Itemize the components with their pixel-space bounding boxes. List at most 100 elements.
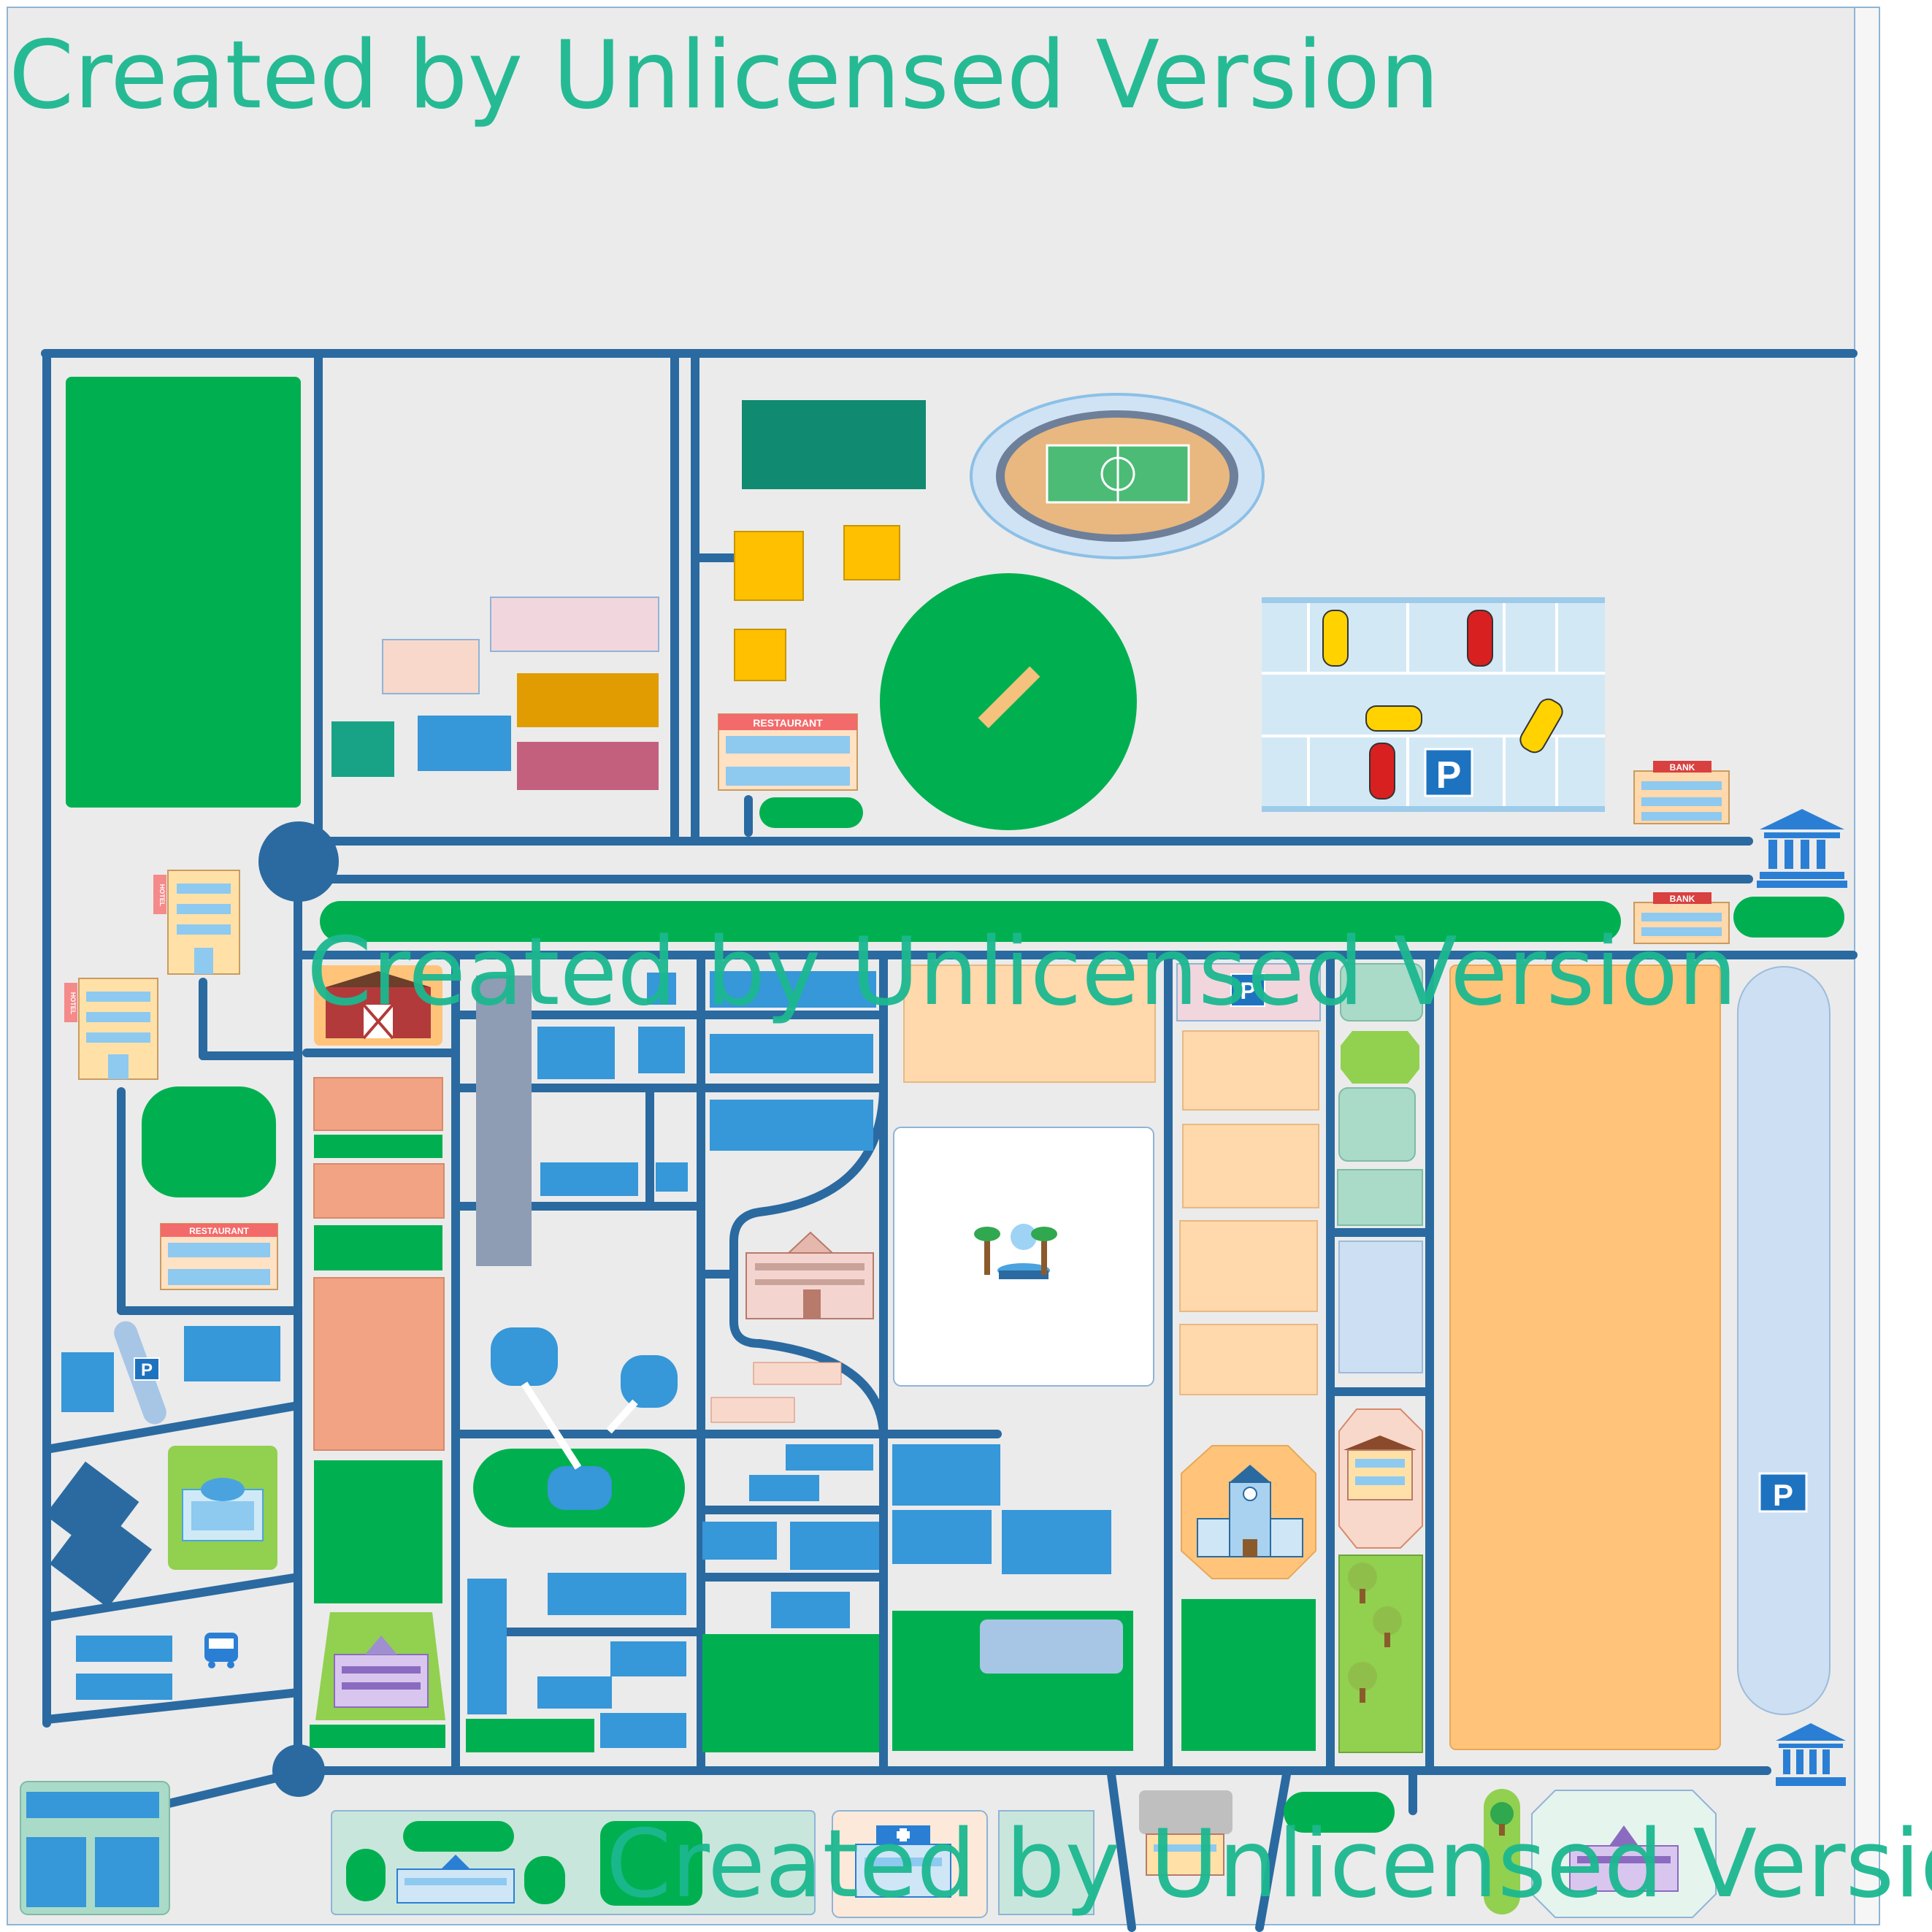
lawn-west-field	[66, 377, 301, 808]
building-b21	[548, 1573, 686, 1615]
lawn-f	[702, 1634, 879, 1752]
light-orange-2	[1182, 1030, 1319, 1111]
lawn-d	[310, 1725, 445, 1748]
parking-sign-west-label: P	[141, 1360, 153, 1380]
teal-building	[742, 400, 926, 489]
lawn-south-1	[1284, 1792, 1395, 1833]
campus-map-canvas: P P P P BANK BANK RESTAURANT RESTAURANT …	[0, 0, 1932, 1932]
svg-text:BANK: BANK	[1670, 762, 1695, 773]
south-lawn-1	[403, 1821, 514, 1852]
parking-sign-lot-label: P	[1436, 754, 1462, 797]
lawn-a	[314, 1135, 442, 1158]
lawn-boulevard	[320, 901, 1621, 942]
stadium-icon	[970, 393, 1265, 559]
building-b15	[790, 1522, 879, 1570]
building-box-sw-1	[26, 1792, 159, 1818]
lawn-b	[314, 1225, 442, 1270]
building-b6	[540, 1162, 638, 1196]
svg-text:BANK: BANK	[1670, 894, 1695, 904]
peach-strip-1	[753, 1362, 842, 1385]
building-b3	[638, 1027, 685, 1073]
building-b2	[537, 1027, 615, 1079]
lawn-round-west	[142, 1086, 276, 1197]
building-b4	[710, 1034, 873, 1073]
parking-sign-east-label: P	[1773, 1478, 1793, 1512]
south-lawn-4	[600, 1821, 702, 1906]
south-lawn-3	[524, 1856, 565, 1904]
svg-text:HOTEL: HOTEL	[158, 884, 166, 907]
south-panel-3	[998, 1810, 1095, 1915]
building-b17	[892, 1444, 1000, 1506]
mint-block-2	[1338, 1087, 1416, 1162]
lawn-e	[466, 1719, 594, 1752]
white-plaza	[893, 1127, 1154, 1387]
right-margin-strip	[1854, 7, 1880, 1925]
amber-block-2	[843, 525, 900, 580]
pink-block	[490, 597, 659, 652]
roundabout-north	[258, 821, 339, 902]
building-b7	[656, 1162, 688, 1192]
building-b11	[61, 1352, 114, 1412]
building-b25	[76, 1636, 172, 1662]
mint-block-3	[1337, 1169, 1423, 1226]
salmon-block-2	[313, 1163, 445, 1219]
slate-block	[476, 975, 532, 1266]
salmon-block-3	[313, 1277, 445, 1451]
building-b10	[184, 1326, 280, 1381]
pond-2	[621, 1355, 678, 1408]
barn-icon	[314, 965, 442, 1046]
parking-sign-pink-label: P	[1240, 978, 1255, 1004]
building-b18	[892, 1510, 992, 1564]
building-b12	[786, 1444, 873, 1471]
lawn-c	[314, 1460, 442, 1603]
south-lawn-2	[346, 1849, 386, 1901]
amber-block-1	[734, 531, 804, 601]
roundabout-south	[272, 1744, 325, 1797]
lawn-h	[1181, 1599, 1316, 1751]
building-b1	[418, 716, 511, 771]
building-b14	[702, 1522, 777, 1560]
south-house-grey	[1146, 1833, 1224, 1876]
building-b13	[749, 1475, 819, 1501]
light-orange-1	[903, 965, 1156, 1083]
building-b23	[537, 1676, 612, 1709]
pond-3	[548, 1466, 612, 1510]
building-b26	[76, 1674, 172, 1700]
mint-block-1	[1340, 963, 1423, 1021]
building-b22	[610, 1641, 686, 1676]
restaurant-icon: RESTAURANT	[718, 713, 858, 791]
green-octagon	[1341, 1031, 1419, 1084]
lawn-boulevard-east	[1733, 897, 1844, 938]
building-b16	[771, 1592, 850, 1628]
light-orange-3	[1182, 1124, 1319, 1208]
teal-small-block	[331, 721, 394, 777]
building-b20	[467, 1579, 507, 1714]
pool	[980, 1619, 1123, 1674]
peach-strip-2	[710, 1397, 795, 1423]
pale-blue-block	[1338, 1241, 1423, 1373]
svg-text:HOTEL: HOTEL	[69, 992, 77, 1015]
building-b9	[710, 971, 876, 1008]
light-orange-4	[1179, 1220, 1318, 1312]
building-box-sw-2	[26, 1837, 86, 1907]
salmon-block-1	[313, 1077, 443, 1131]
gold-block	[517, 673, 659, 727]
building-b5	[710, 1100, 873, 1151]
parking-lane-east	[1737, 966, 1831, 1715]
building-box-sw-3	[95, 1837, 159, 1907]
south-gray-block	[1139, 1790, 1233, 1834]
building-b8	[647, 973, 676, 1005]
light-orange-5	[1179, 1324, 1318, 1395]
building-b19	[1002, 1510, 1111, 1574]
orange-long-block	[1449, 965, 1721, 1750]
building-b24	[600, 1713, 686, 1748]
svg-text:RESTAURANT: RESTAURANT	[189, 1226, 249, 1236]
restaurant-icon-west: RESTAURANT	[160, 1223, 278, 1290]
hotel-icon-2: HOTEL	[64, 978, 158, 1080]
lawn-restaurant-strip	[759, 797, 863, 828]
svg-text:RESTAURANT: RESTAURANT	[753, 717, 823, 729]
rose-block	[517, 742, 659, 790]
peach-block	[382, 639, 480, 694]
pond-1	[491, 1327, 558, 1386]
amber-block-3	[734, 629, 786, 681]
